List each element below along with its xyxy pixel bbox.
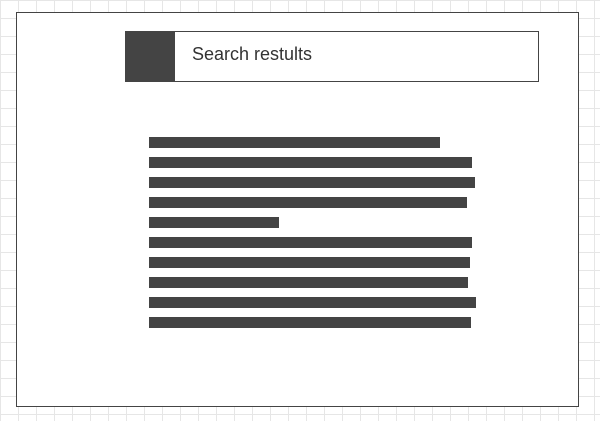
wireframe-window: Search restults <box>16 12 579 407</box>
text-line-placeholder <box>149 217 279 228</box>
text-line-placeholder <box>149 297 476 308</box>
text-line-placeholder <box>149 197 467 208</box>
text-line-placeholder <box>149 257 470 268</box>
text-line-placeholder <box>149 157 472 168</box>
text-line-placeholder <box>149 177 475 188</box>
page-title: Search restults <box>192 44 313 64</box>
text-line-placeholder <box>149 237 472 248</box>
text-line-placeholder <box>149 317 471 328</box>
text-line-placeholder <box>149 277 468 288</box>
text-line-placeholder <box>149 137 440 148</box>
header-bar: Search restults <box>125 31 539 82</box>
logo-placeholder-icon <box>126 32 175 81</box>
